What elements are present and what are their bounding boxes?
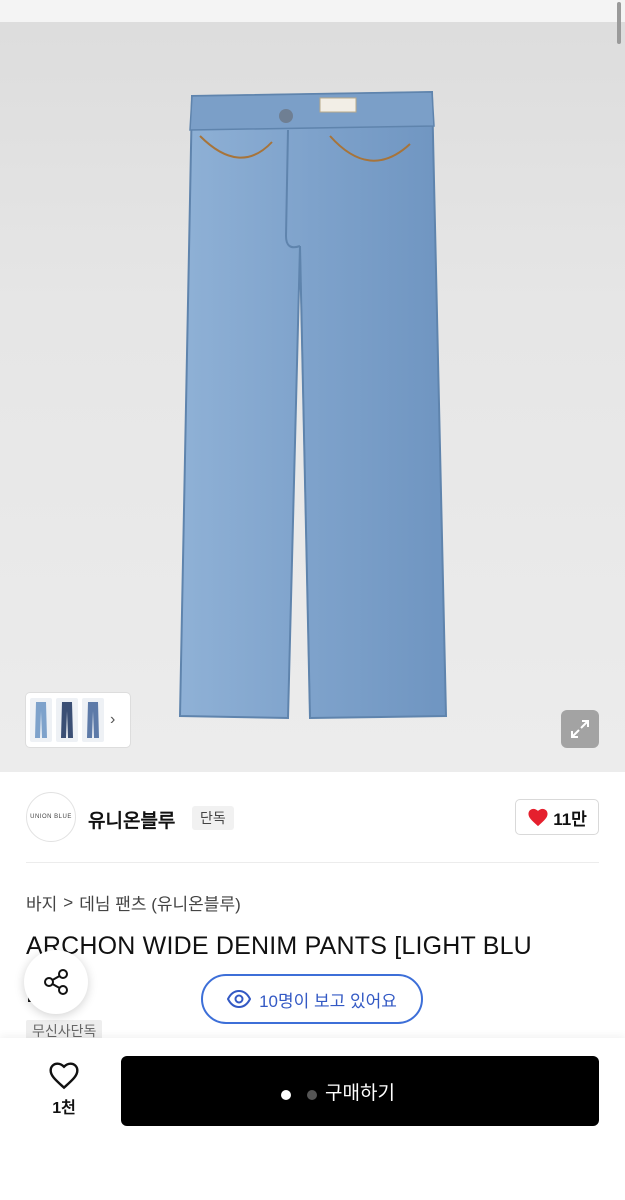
brand-like-button[interactable]: 11만 (515, 799, 599, 835)
share-icon (44, 969, 68, 995)
like-count: 11만 (553, 809, 587, 829)
favorite-count: 1천 (52, 1100, 76, 1117)
thumbnail-1[interactable] (30, 698, 52, 742)
thumbnail-3[interactable] (82, 698, 104, 742)
expand-icon[interactable] (561, 710, 599, 748)
viewers-indicator: 10명이 보고 있어요 (201, 974, 423, 1024)
scrollbar[interactable] (617, 2, 621, 44)
heart-icon (528, 808, 548, 827)
brand-row[interactable]: UNION BLUE 유니온블루 단독 11만 (26, 792, 599, 844)
product-jeans-image (178, 90, 448, 720)
breadcrumb-category[interactable]: 바지 (26, 890, 57, 915)
eye-icon (227, 990, 252, 1008)
top-strip (0, 0, 625, 22)
loading-dot-2 (307, 1090, 317, 1100)
divider (26, 862, 599, 863)
breadcrumb: 바지 > 데님 팬츠 (유니온블루) (26, 890, 241, 915)
share-button[interactable] (24, 950, 88, 1014)
brand-name[interactable]: 유니온블루 (88, 806, 175, 833)
thumbnail-2[interactable] (56, 698, 78, 742)
viewers-text: 10명이 보고 있어요 (259, 991, 397, 1011)
buy-button-label: 구매하기 (325, 1082, 395, 1104)
exclusive-badge: 단독 (192, 806, 234, 830)
product-title: ARCHON WIDE DENIM PANTS [LIGHT BLU (26, 932, 532, 960)
chevron-right-icon[interactable]: › (110, 711, 115, 729)
breadcrumb-subcategory[interactable]: 데님 팬츠 (유니온블루) (79, 890, 241, 915)
buy-button[interactable]: 구매하기 (121, 1056, 599, 1126)
favorite-button[interactable]: 1천 (40, 1060, 88, 1118)
brand-logo[interactable]: UNION BLUE (26, 792, 76, 842)
product-image-area[interactable]: › (0, 0, 625, 772)
breadcrumb-separator: > (63, 892, 74, 912)
thumbnail-strip[interactable]: › (26, 693, 130, 747)
loading-dot-1 (281, 1090, 291, 1100)
heart-outline-icon (49, 1062, 79, 1090)
